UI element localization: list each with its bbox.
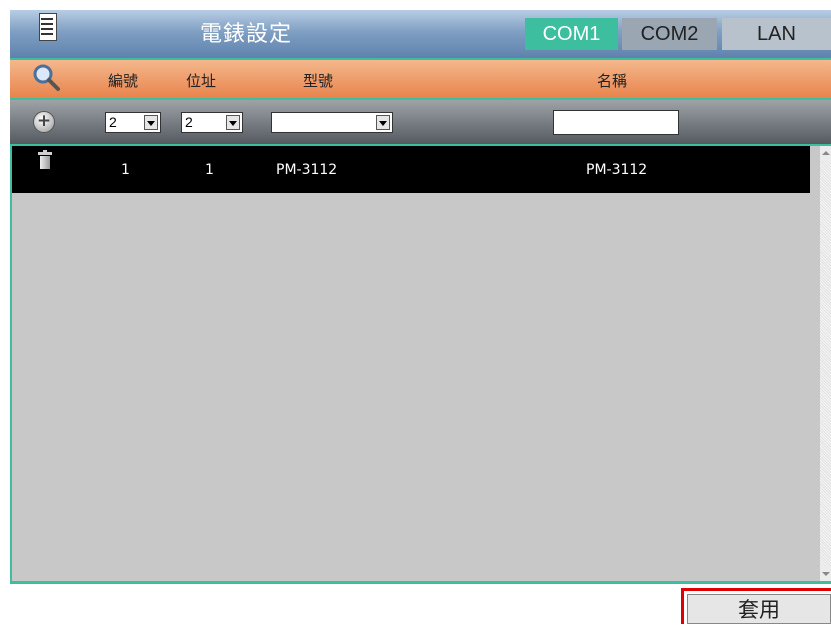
apply-button[interactable]: 套用 (681, 588, 831, 624)
column-number[interactable]: 編號 (108, 70, 138, 91)
row-number: 1 (121, 162, 130, 178)
apply-button-label: 套用 (687, 594, 831, 624)
row-name: PM-3112 (586, 162, 648, 178)
number-select[interactable]: 2 (105, 112, 161, 133)
row-address: 1 (205, 162, 214, 178)
vertical-scrollbar[interactable] (820, 146, 831, 581)
column-header: 編號 位址 型號 名稱 (10, 58, 831, 98)
search-icon[interactable] (31, 62, 61, 92)
title-bar: 電錶設定 COM1 COM2 LAN (10, 10, 831, 58)
table-row[interactable]: 1 1 PM-3112 PM-3112 (12, 146, 810, 193)
tab-com2[interactable]: COM2 (622, 18, 717, 50)
address-select-value: 2 (185, 114, 193, 130)
number-select-value: 2 (109, 114, 117, 130)
page-title: 電錶設定 (200, 22, 293, 47)
column-model[interactable]: 型號 (303, 70, 333, 91)
address-select[interactable]: 2 (181, 112, 243, 133)
chevron-down-icon (144, 115, 158, 130)
name-input[interactable] (553, 110, 679, 135)
column-name[interactable]: 名稱 (597, 70, 627, 91)
add-row-bar: + 2 2 (10, 98, 831, 144)
tab-lan[interactable]: LAN (722, 18, 831, 50)
meter-table: 1 1 PM-3112 PM-3112 (10, 144, 831, 584)
model-select[interactable] (271, 112, 393, 133)
chevron-down-icon (226, 115, 240, 130)
chevron-down-icon (376, 115, 390, 130)
scroll-up-icon[interactable] (820, 146, 831, 161)
menu-list-icon[interactable] (37, 10, 59, 44)
tab-com1[interactable]: COM1 (525, 18, 618, 50)
add-circle-icon[interactable]: + (33, 111, 55, 133)
row-model: PM-3112 (276, 162, 338, 178)
trash-icon[interactable] (38, 150, 52, 170)
scroll-down-icon[interactable] (820, 566, 831, 581)
column-address[interactable]: 位址 (186, 70, 216, 91)
